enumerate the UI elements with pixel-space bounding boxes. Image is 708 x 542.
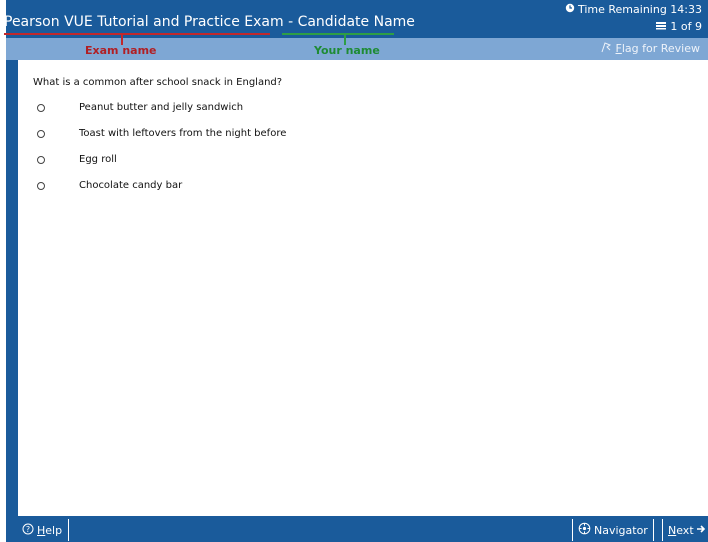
time-remaining: Time Remaining 14:33 (565, 3, 702, 16)
next-button[interactable]: Next (662, 519, 708, 541)
flag-icon (600, 41, 612, 56)
exam-title: Pearson VUE Tutorial and Practice Exam -… (4, 14, 415, 30)
left-rail (6, 60, 18, 516)
question-pane: What is a common after school snack in E… (22, 60, 708, 516)
radio-button[interactable] (37, 129, 45, 138)
clock-icon (565, 3, 575, 16)
answer-option-label: Chocolate candy bar (79, 180, 183, 191)
radio-button[interactable] (37, 181, 45, 190)
navigator-label: Navigator (594, 523, 648, 537)
answer-option-a[interactable]: Peanut butter and jelly sandwich (37, 102, 243, 113)
question-counter: 1 of 9 (655, 20, 702, 33)
exam-name-annotation: Exam name (85, 44, 157, 57)
answer-option-c[interactable]: Egg roll (37, 154, 117, 165)
next-label: Next (668, 523, 694, 537)
help-button[interactable]: ? Help (16, 519, 70, 541)
question-stack-icon (655, 20, 667, 33)
help-label: Help (37, 523, 63, 537)
time-remaining-label: Time Remaining 14:33 (577, 3, 702, 16)
answer-option-d[interactable]: Chocolate candy bar (37, 180, 182, 191)
svg-text:?: ? (26, 525, 30, 534)
arrow-right-icon (696, 524, 706, 537)
radio-button[interactable] (37, 155, 45, 164)
help-icon: ? (22, 523, 34, 538)
question-text: What is a common after school snack in E… (33, 77, 283, 88)
answer-option-label: Toast with leftovers from the night befo… (79, 128, 287, 139)
answer-option-label: Egg roll (79, 154, 117, 165)
candidate-name-annotation: Your name (314, 44, 380, 57)
flag-for-review-button[interactable]: Flag for Review (600, 41, 700, 56)
exam-name-underline (4, 33, 270, 35)
navigator-icon (578, 522, 591, 538)
flag-for-review-label: Flag for Review (615, 42, 700, 55)
navigator-button[interactable]: Navigator (572, 519, 654, 541)
question-counter-label: 1 of 9 (670, 20, 702, 33)
answer-option-b[interactable]: Toast with leftovers from the night befo… (37, 128, 286, 139)
candidate-name-underline (282, 33, 394, 35)
answer-option-label: Peanut butter and jelly sandwich (79, 102, 244, 113)
radio-button[interactable] (37, 103, 45, 112)
